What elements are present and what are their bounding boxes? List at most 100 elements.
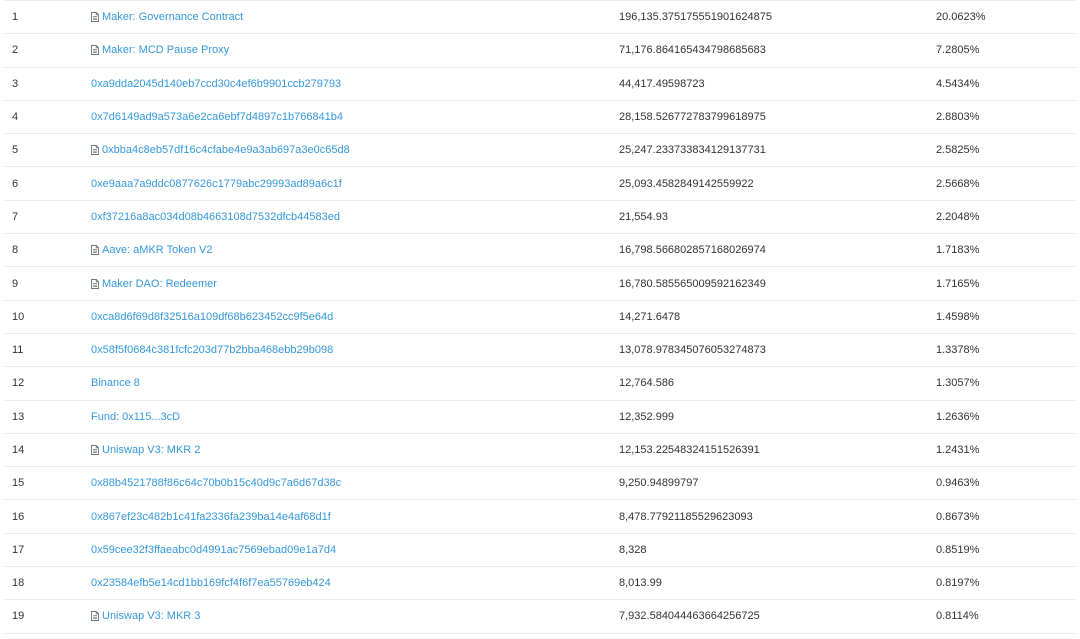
rank-value: 15: [12, 477, 25, 490]
address-cell: 0x58f5f0684c381fcfc203d77b2bba468ebb29b0…: [91, 334, 333, 366]
document-icon: [91, 45, 99, 56]
percentage-cell: 4.5434%: [936, 68, 979, 100]
address-link[interactable]: 0xbba4c8eb57df16c4cfabe4e9a3ab697a3e0c65…: [91, 144, 350, 156]
quantity-value: 7,932.584044463664256725: [619, 610, 760, 623]
address-link[interactable]: 0x7d6149ad9a573a6e2ca6ebf7d4897c1b766841…: [91, 111, 343, 123]
address-label: Maker DAO: Redeemer: [102, 277, 217, 290]
address-label: 0xca8d6f69d8f32516a109df68b623452cc9f5e6…: [91, 310, 334, 323]
address-cell: Binance 8: [91, 367, 140, 399]
quantity-value: 8,478.77921185529623093: [619, 510, 753, 523]
quantity-cell: 9,250.94899797: [619, 467, 699, 499]
percentage-cell: 2.5825%: [936, 134, 979, 166]
address-link[interactable]: 0x867ef23c482b1c41fa2336fa239ba14e4af68d…: [91, 511, 331, 523]
address-label: 0x88b4521788f86c64c70b0b15c40d9c7a6d67d3…: [91, 477, 342, 490]
percentage-value: 1.3057%: [936, 377, 980, 390]
table-row-7: 7 0xf37216a8ac034d08b4663108d7532dfcb445…: [4, 201, 1076, 235]
address-link[interactable]: 0xf37216a8ac034d08b4663108d7532dfcb44583…: [91, 211, 340, 223]
address-link[interactable]: 0xca8d6f69d8f32516a109df68b623452cc9f5e6…: [91, 311, 333, 323]
percentage-value: 1.4598%: [936, 310, 980, 323]
quantity-value: 25,093.4582849142559922: [619, 177, 754, 190]
rank-value: 4: [12, 111, 19, 124]
rank-value: 7: [12, 210, 19, 223]
address-cell: Aave: aMKR Token V2: [91, 234, 212, 266]
percentage-value: 2.8803%: [936, 111, 980, 124]
rank-value: 2: [12, 44, 19, 57]
percentage-value: 1.3378%: [936, 344, 980, 357]
address-link[interactable]: Uniswap V3: MKR 3: [91, 610, 200, 622]
rank-cell: 3: [12, 68, 18, 100]
percentage-cell: 0.8114%: [936, 600, 979, 632]
quantity-value: 12,153.22548324151526391: [619, 444, 760, 456]
quantity-value: 21,554.93: [619, 210, 668, 223]
address-link[interactable]: Maker: MCD Pause Proxy: [91, 44, 229, 56]
rank-cell: 4: [12, 101, 18, 133]
address-cell: Uniswap V3: MKR 2: [91, 434, 200, 466]
address-label: 0x867ef23c482b1c41fa2336fa239ba14e4af68d…: [91, 510, 331, 523]
percentage-value: 0.9463%: [936, 477, 980, 490]
address-cell: 0xf37216a8ac034d08b4663108d7532dfcb44583…: [91, 201, 340, 233]
quantity-cell: 14,271.6478: [619, 301, 680, 333]
quantity-value: 12,352.999: [619, 410, 675, 423]
rank-value: 18: [12, 577, 25, 590]
address-label: 0xe9aaa7a9ddc0877626c1779abc29993ad89a6c…: [91, 177, 342, 190]
quantity-value: 12,764.586: [619, 377, 675, 390]
document-icon: [91, 611, 99, 622]
percentage-cell: 1.2636%: [936, 401, 979, 433]
percentage-value: 1.2431%: [936, 444, 980, 456]
rank-value: 14: [12, 444, 25, 456]
address-link[interactable]: Maker: Governance Contract: [91, 11, 243, 23]
rank-value: 1: [12, 11, 19, 24]
rank-cell: 7: [12, 201, 18, 233]
address-link[interactable]: 0xa9dda2045d140eb7ccd30c4ef6b9901ccb2797…: [91, 78, 341, 90]
table-row-5: 5 0xbba4c8eb57df16c4cfabe4e9a3ab697a3e0c…: [4, 134, 1076, 168]
percentage-value: 0.8673%: [936, 510, 980, 523]
rank-cell: 19: [12, 600, 24, 632]
quantity-value: 196,135.375175551901624875: [619, 11, 772, 24]
rank-cell: 1: [12, 1, 18, 33]
quantity-value: 8,328: [619, 543, 647, 556]
table-row-16: 16 0x867ef23c482b1c41fa2336fa239ba14e4af…: [4, 500, 1076, 534]
address-link[interactable]: Aave: aMKR Token V2: [91, 244, 212, 256]
address-cell: Maker: Governance Contract: [91, 1, 243, 33]
percentage-cell: 7.2805%: [936, 34, 979, 66]
percentage-value: 1.7165%: [936, 277, 980, 290]
quantity-cell: 8,328: [619, 534, 647, 566]
address-label: 0x23584efb5e14cd1bb169fcf4f6f7ea55769eb4…: [91, 577, 331, 590]
rank-value: 10: [12, 310, 25, 323]
address-link[interactable]: Binance 8: [91, 377, 140, 389]
address-link[interactable]: 0xe9aaa7a9ddc0877626c1779abc29993ad89a6c…: [91, 178, 342, 190]
address-link[interactable]: 0x58f5f0684c381fcfc203d77b2bba468ebb29b0…: [91, 344, 333, 356]
table-row-19: 19 Uniswap V3: MKR 3 7,932.5840444636642…: [4, 600, 1076, 634]
address-cell: 0x23584efb5e14cd1bb169fcf4f6f7ea55769eb4…: [91, 567, 331, 599]
address-link[interactable]: 0x88b4521788f86c64c70b0b15c40d9c7a6d67d3…: [91, 477, 341, 489]
address-link[interactable]: Maker DAO: Redeemer: [91, 278, 217, 290]
percentage-value: 0.8114%: [936, 610, 979, 623]
percentage-cell: 1.2431%: [936, 434, 979, 466]
percentage-value: 0.8197%: [936, 577, 980, 590]
rank-cell: 12: [12, 367, 24, 399]
address-link[interactable]: Fund: 0x115...3cD: [91, 411, 180, 423]
quantity-cell: 28,158.526772783799618975: [619, 101, 766, 133]
document-icon: [91, 245, 99, 256]
address-cell: 0xca8d6f69d8f32516a109df68b623452cc9f5e6…: [91, 301, 333, 333]
table-row-18: 18 0x23584efb5e14cd1bb169fcf4f6f7ea55769…: [4, 567, 1076, 601]
quantity-cell: 71,176.864165434798685683: [619, 34, 766, 66]
address-link[interactable]: Uniswap V3: MKR 2: [91, 444, 200, 456]
quantity-value: 16,780.585565009592162349: [619, 277, 766, 290]
address-link[interactable]: 0x59cee32f3ffaeabc0d4991ac7569ebad09e1a7…: [91, 544, 336, 556]
quantity-value: 13,078.978345076053274873: [619, 344, 766, 357]
table-row-3: 3 0xa9dda2045d140eb7ccd30c4ef6b9901ccb27…: [4, 68, 1076, 101]
address-link[interactable]: 0x23584efb5e14cd1bb169fcf4f6f7ea55769eb4…: [91, 577, 331, 589]
percentage-cell: 1.3057%: [936, 367, 979, 399]
table-row-9: 9 Maker DAO: Redeemer 16,780.58556500959…: [4, 267, 1076, 301]
quantity-cell: 8,013.99: [619, 567, 662, 599]
percentage-value: 7.2805%: [936, 44, 980, 57]
rank-cell: 8: [12, 234, 18, 266]
address-label: Aave: aMKR Token V2: [102, 244, 213, 257]
percentage-cell: 2.2048%: [936, 201, 979, 233]
address-label: Fund: 0x115...3cD: [91, 410, 181, 423]
table-row-13: 13 Fund: 0x115...3cD 12,352.999 1.2636%: [4, 401, 1076, 434]
quantity-value: 25,247.233733834129137731: [619, 144, 766, 157]
percentage-cell: 1.4598%: [936, 301, 979, 333]
percentage-value: 1.2636%: [936, 410, 980, 423]
